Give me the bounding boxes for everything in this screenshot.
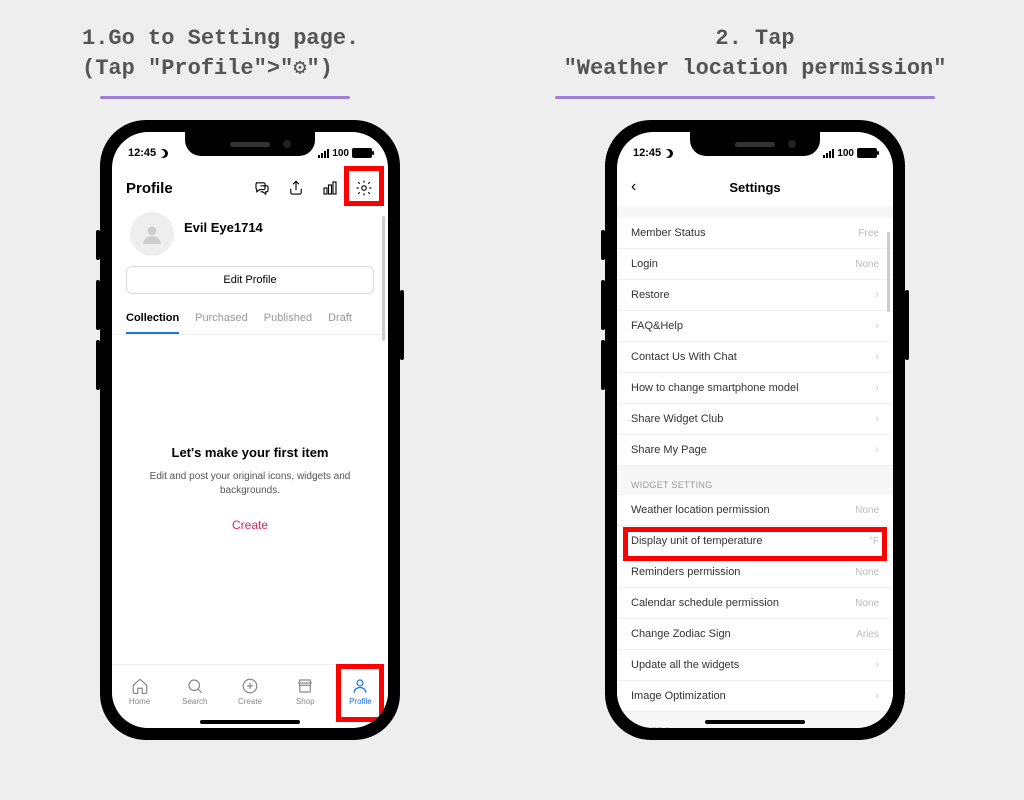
back-button[interactable]: ‹ xyxy=(631,178,636,196)
nav-search[interactable]: Search xyxy=(167,665,222,728)
nav-profile[interactable]: Profile xyxy=(333,665,388,728)
underline-decoration xyxy=(100,96,350,99)
signal-icon xyxy=(823,149,834,158)
home-indicator xyxy=(200,720,300,724)
page-title: Settings xyxy=(729,180,780,195)
nav-create[interactable]: Create xyxy=(222,665,277,728)
profile-tabs: Collection Purchased Published Draft xyxy=(112,304,388,335)
battery-icon xyxy=(857,148,877,158)
settings-item-temperature-unit[interactable]: Display unit of temperature°F xyxy=(617,526,893,557)
settings-item-zodiac[interactable]: Change Zodiac SignAries xyxy=(617,619,893,650)
chat-icon[interactable] xyxy=(252,178,272,198)
settings-item-update-widgets[interactable]: Update all the widgets› xyxy=(617,650,893,681)
nav-home[interactable]: Home xyxy=(112,665,167,728)
share-icon[interactable] xyxy=(286,178,306,198)
settings-item-member-status[interactable]: Member StatusFree xyxy=(617,218,893,249)
empty-state: Let's make your first item Edit and post… xyxy=(112,335,388,532)
settings-item-change-model[interactable]: How to change smartphone model› xyxy=(617,373,893,404)
settings-list: Member StatusFree LoginNone Restore› FAQ… xyxy=(617,206,893,728)
settings-item-share-club[interactable]: Share Widget Club› xyxy=(617,404,893,435)
tab-purchased[interactable]: Purchased xyxy=(195,304,248,334)
battery-icon xyxy=(352,148,372,158)
phone-frame-profile: 12:45 100 Profile Evil Eye1714 Edit Prof… xyxy=(100,120,400,740)
bottom-nav: Home Search Create Shop Profile xyxy=(112,664,388,728)
scroll-indicator xyxy=(887,232,890,312)
empty-description: Edit and post your original icons, widge… xyxy=(142,470,358,498)
avatar[interactable] xyxy=(130,212,174,256)
gear-icon[interactable] xyxy=(354,178,374,198)
settings-item-share-page[interactable]: Share My Page› xyxy=(617,435,893,466)
create-link[interactable]: Create xyxy=(142,518,358,532)
settings-item-weather-location[interactable]: Weather location permissionNone xyxy=(617,495,893,526)
username: Evil Eye1714 xyxy=(184,220,263,249)
nav-shop[interactable]: Shop xyxy=(278,665,333,728)
settings-item-restore[interactable]: Restore› xyxy=(617,280,893,311)
phone-frame-settings: 12:45 100 ‹ Settings Member StatusFree L… xyxy=(605,120,905,740)
instruction-step-1: 1.Go to Setting page. (Tap "Profile">"⚙"… xyxy=(82,24,382,83)
section-widget-setting: WIDGET SETTING xyxy=(617,466,893,495)
dnd-icon xyxy=(664,149,673,158)
instruction-step-2: 2. Tap "Weather location permission" xyxy=(540,24,970,83)
settings-item-login[interactable]: LoginNone xyxy=(617,249,893,280)
scroll-indicator xyxy=(382,216,385,341)
tab-draft[interactable]: Draft xyxy=(328,304,352,334)
tab-collection[interactable]: Collection xyxy=(126,304,179,334)
signal-icon xyxy=(318,149,329,158)
settings-item-reminders[interactable]: Reminders permissionNone xyxy=(617,557,893,588)
settings-item-contact[interactable]: Contact Us With Chat› xyxy=(617,342,893,373)
dnd-icon xyxy=(159,149,168,158)
page-title: Profile xyxy=(126,180,173,197)
edit-profile-button[interactable]: Edit Profile xyxy=(126,266,374,294)
tab-published[interactable]: Published xyxy=(264,304,312,334)
battery-text: 100 xyxy=(837,148,854,159)
underline-decoration xyxy=(555,96,935,99)
empty-title: Let's make your first item xyxy=(142,445,358,460)
home-indicator xyxy=(705,720,805,724)
analytics-icon[interactable] xyxy=(320,178,340,198)
settings-item-image-opt[interactable]: Image Optimization› xyxy=(617,681,893,712)
settings-item-calendar[interactable]: Calendar schedule permissionNone xyxy=(617,588,893,619)
settings-item-faq[interactable]: FAQ&Help› xyxy=(617,311,893,342)
battery-text: 100 xyxy=(332,148,349,159)
